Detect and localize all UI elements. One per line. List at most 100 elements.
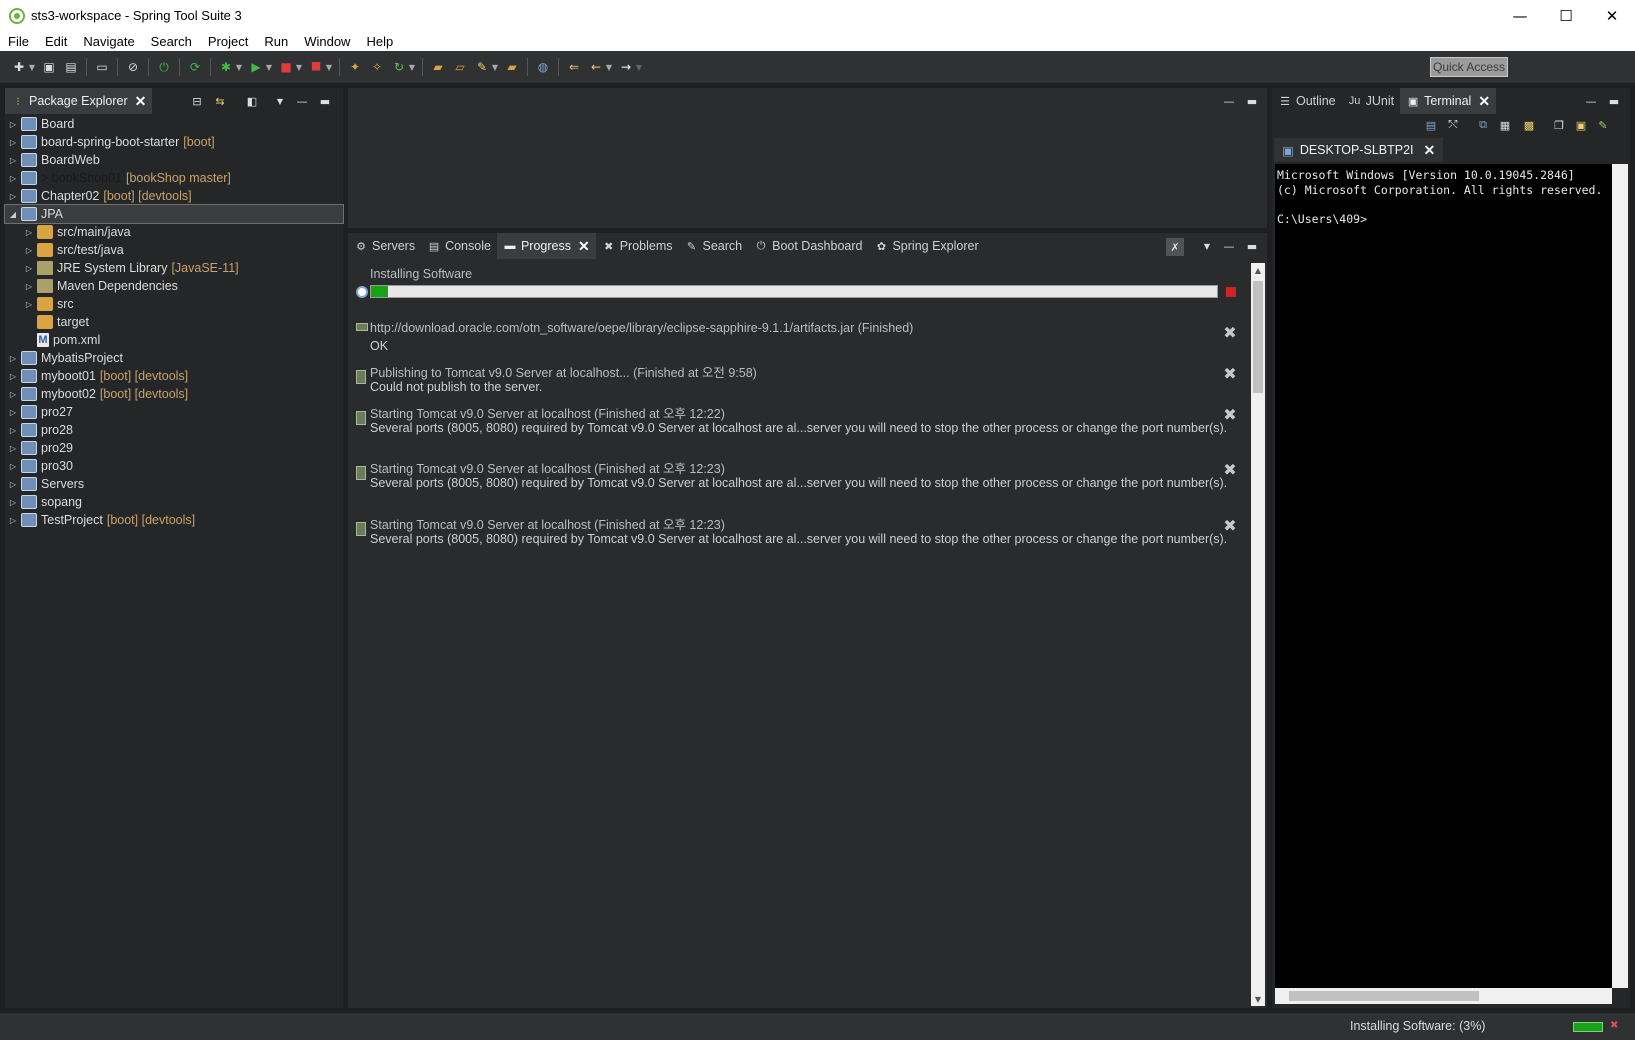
tree-item[interactable]: ▷ Chapter02 [boot] [devtools] (5, 187, 343, 205)
forward-icon[interactable]: → (618, 59, 634, 75)
terminate-dropdown-icon[interactable]: ▼ (325, 59, 333, 75)
expand-arrow-icon[interactable]: ▷ (23, 282, 35, 291)
tab-outline[interactable]: ☰ Outline (1272, 88, 1342, 114)
terminal-horizontal-scrollbar[interactable] (1275, 988, 1612, 1004)
new-package-icon[interactable]: ✧ (369, 59, 385, 75)
scroll-down-icon[interactable]: ▼ (1251, 992, 1265, 1006)
terminate-icon[interactable]: ⯀ (308, 59, 324, 75)
terminal-output[interactable]: Microsoft Windows [Version 10.0.19045.28… (1275, 164, 1612, 988)
web-browser-icon[interactable]: ◍ (535, 59, 551, 75)
back-icon[interactable]: ← (588, 59, 604, 75)
back-dropdown-icon[interactable]: ▼ (605, 59, 613, 75)
tab-progress[interactable]: ▬ Progress ✕ (496, 233, 596, 259)
maximize-button[interactable]: ☐ (1543, 0, 1589, 31)
status-progress-bar[interactable] (1573, 1022, 1603, 1032)
open-type-icon[interactable]: ▰ (430, 59, 446, 75)
save-all-icon[interactable]: ▤ (63, 59, 79, 75)
menu-search[interactable]: Search (143, 34, 200, 49)
expand-arrow-icon[interactable]: ▷ (7, 120, 19, 129)
tab-servers[interactable]: ⚙ Servers (348, 233, 421, 259)
toggle-command-icon[interactable]: ▩ (1522, 118, 1536, 132)
tree-item[interactable]: ▷ pro28 (5, 421, 343, 439)
menu-project[interactable]: Project (200, 34, 256, 49)
tab-spring-explorer[interactable]: ✿ Spring Explorer (868, 233, 984, 259)
expand-arrow-icon[interactable]: ▷ (23, 300, 35, 309)
close-icon[interactable]: ✕ (135, 93, 147, 110)
expand-arrow-icon[interactable]: ▷ (7, 174, 19, 183)
new-icon[interactable]: ✚ (11, 59, 27, 75)
tree-item[interactable]: ▷ src/test/java (5, 241, 343, 259)
menu-navigate[interactable]: Navigate (75, 34, 142, 49)
menu-file[interactable]: File (0, 34, 37, 49)
tab-package-explorer[interactable]: ⁝ Package Explorer ✕ (5, 88, 153, 114)
expand-arrow-icon[interactable]: ▷ (7, 156, 19, 165)
expand-arrow-icon[interactable]: ▷ (7, 390, 19, 399)
tree-item[interactable]: ▷ JRE System Library [JavaSE-11] (5, 259, 343, 277)
maximize-view-icon[interactable]: ▬ (318, 94, 332, 108)
tree-item[interactable]: ▷ myboot01 [boot] [devtools] (5, 367, 343, 385)
terminal-vertical-scrollbar[interactable] (1612, 164, 1628, 988)
new-class-icon[interactable]: ↻ (391, 59, 407, 75)
new-dropdown-icon[interactable]: ▼ (28, 59, 36, 75)
menu-window[interactable]: Window (296, 34, 358, 49)
tree-item[interactable]: ▷ MybatisProject (5, 349, 343, 367)
search-tool-icon[interactable]: ✎ (474, 59, 490, 75)
remove-task-icon[interactable]: ✖ (1223, 364, 1237, 383)
paste-icon[interactable]: ▣ (1574, 118, 1588, 132)
cancel-operation-button[interactable] (1226, 287, 1236, 297)
scrollbar-thumb[interactable] (1253, 281, 1263, 393)
new-class-dropdown-icon[interactable]: ▼ (408, 59, 416, 75)
expand-arrow-open-icon[interactable]: ◢ (7, 210, 19, 219)
search-tool-dropdown-icon[interactable]: ▼ (491, 59, 499, 75)
save-icon[interactable]: ▣ (41, 59, 57, 75)
menu-edit[interactable]: Edit (37, 34, 75, 49)
expand-arrow-icon[interactable]: ▷ (7, 444, 19, 453)
skip-breakpoints-icon[interactable]: ⊘ (125, 59, 141, 75)
expand-arrow-icon[interactable]: ▷ (23, 264, 35, 273)
tree-item[interactable]: ▷ myboot02 [boot] [devtools] (5, 385, 343, 403)
tree-item[interactable]: ▷ board-spring-boot-starter [boot] (5, 133, 343, 151)
close-icon[interactable]: ✕ (578, 238, 590, 255)
minimize-button[interactable]: — (1497, 0, 1543, 31)
stop-icon[interactable]: ■ (278, 59, 294, 75)
run-dropdown-icon[interactable]: ▼ (265, 59, 273, 75)
tree-item[interactable]: ▷ src (5, 295, 343, 313)
minimize-view-icon[interactable]: — (1222, 239, 1236, 253)
view-menu-icon[interactable]: ▼ (1200, 239, 1214, 253)
expand-arrow-icon[interactable]: ▷ (7, 516, 19, 525)
expand-arrow-icon[interactable]: ▷ (7, 480, 19, 489)
remove-task-icon[interactable]: ✖ (1223, 323, 1237, 342)
expand-arrow-icon[interactable]: ▷ (7, 408, 19, 417)
boot-icon[interactable]: ⏻ (156, 59, 172, 75)
collapse-all-icon[interactable]: ⊟ (190, 94, 204, 108)
new-terminal-icon[interactable]: ⧉ (1476, 118, 1490, 132)
expand-arrow-icon[interactable]: ▷ (7, 138, 19, 147)
status-text[interactable]: Installing Software: (3%) (1350, 1019, 1485, 1033)
close-icon[interactable]: ✕ (1424, 142, 1436, 159)
tab-problems[interactable]: ✖ Problems (596, 233, 679, 259)
run-icon[interactable]: ▶ (248, 59, 264, 75)
debug-icon[interactable]: ✱ (218, 59, 234, 75)
scrollbar-thumb[interactable] (1289, 991, 1479, 1001)
tree-item[interactable]: ▷ TestProject [boot] [devtools] (5, 511, 343, 529)
disconnect-icon[interactable]: ⤲ (1446, 118, 1460, 132)
tab-junit[interactable]: Ju JUnit (1342, 88, 1400, 114)
progress-scrollbar[interactable]: ▲ ▼ (1251, 263, 1265, 1006)
forward-dropdown-icon[interactable]: ▼ (635, 59, 643, 75)
copy-icon[interactable]: ❐ (1552, 118, 1566, 132)
menu-run[interactable]: Run (256, 34, 296, 49)
new-java-project-icon[interactable]: ✦ (347, 59, 363, 75)
tree-item[interactable]: ▷ > bookShop01 [bookShop master] (5, 169, 343, 187)
debug-dropdown-icon[interactable]: ▼ (235, 59, 243, 75)
tree-item[interactable]: ◢ JPA (4, 204, 344, 224)
remove-finished-icon[interactable]: ✗ (1166, 238, 1184, 256)
scroll-up-icon[interactable]: ▲ (1251, 263, 1265, 277)
maximize-view-icon[interactable]: ▬ (1245, 239, 1259, 253)
tab-console[interactable]: ▤ Console (421, 233, 497, 259)
tree-item[interactable]: ▷ Maven Dependencies (5, 277, 343, 295)
pin-icon[interactable]: ✎ (1596, 118, 1610, 132)
expand-arrow-icon[interactable]: ▷ (7, 372, 19, 381)
minimize-editor-icon[interactable]: — (1222, 94, 1236, 108)
tree-item[interactable]: ▷ Servers (5, 475, 343, 493)
quick-access-input[interactable]: Quick Access (1430, 57, 1508, 77)
